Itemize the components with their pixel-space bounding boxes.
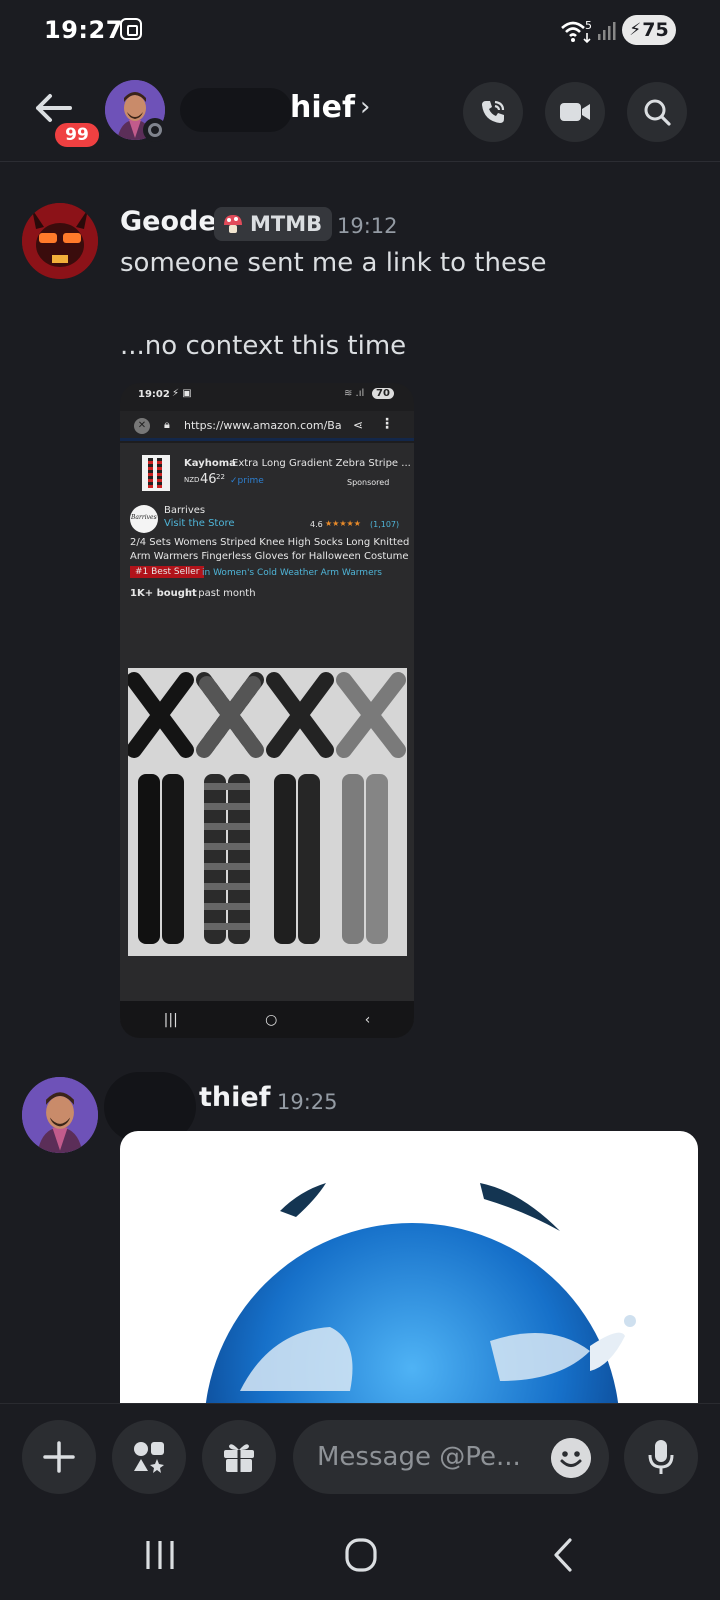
image-attachment[interactable]	[120, 1131, 698, 1411]
attachment-nav-bar: ||| ○ ‹	[120, 1001, 414, 1038]
attachment-status-time: 19:02	[138, 389, 170, 400]
avatar[interactable]	[22, 1077, 98, 1153]
app-screen: 19:27 5 ⚡ 75 99 hief › Geode MTMB 19:12 …	[0, 0, 720, 1600]
image-attachment[interactable]: 19:02 ⚡ ▣ ≋ .ıl 70 ✕ 🔒︎ https://www.amaz…	[120, 383, 414, 1038]
attachment-status-bar: 19:02 ⚡ ▣ ≋ .ıl 70	[120, 383, 414, 407]
attachment-url-bar: ✕ 🔒︎ https://www.amazon.com/Ba ⋖ ⋮	[120, 411, 414, 441]
price-cents: 22	[216, 473, 225, 481]
signal-icon	[598, 22, 616, 40]
message-input-placeholder: Message @Pe...	[317, 1442, 521, 1472]
best-seller-category: in Women's Cold Weather Arm Warmers	[202, 568, 382, 578]
call-button[interactable]	[463, 82, 523, 142]
avatar-demon-icon	[22, 203, 98, 279]
recipient-name[interactable]: hief	[290, 90, 355, 125]
avatar-portrait-icon	[22, 1077, 98, 1153]
emoji-icon[interactable]	[551, 1438, 591, 1478]
more-icon: ⋮	[380, 416, 394, 432]
product-photo	[128, 668, 407, 956]
price-currency: NZD	[184, 476, 200, 484]
wifi-icon: 5	[561, 19, 592, 44]
gift-button[interactable]	[202, 1420, 276, 1494]
message-text: someone sent me a link to these	[120, 248, 547, 278]
message-author[interactable]: Geode	[120, 206, 217, 237]
product-title-line: Arm Warmers Fingerless Gloves for Hallow…	[130, 551, 409, 562]
dm-header: 99 hief ›	[0, 64, 720, 162]
apps-icon	[134, 1442, 164, 1473]
product-title-line: 2/4 Sets Womens Striped Knee High Socks …	[130, 537, 410, 548]
home-icon[interactable]	[336, 1536, 386, 1574]
server-tag-label: MTMB	[250, 212, 323, 236]
unread-badge: 99	[52, 120, 102, 150]
offline-status-icon	[143, 118, 167, 142]
message-text: ...no context this time	[120, 331, 407, 361]
battery-indicator: ⚡ 75	[622, 15, 676, 45]
rating-value: 4.6	[310, 520, 323, 529]
message-author[interactable]: thief	[199, 1082, 270, 1113]
review-count: (1,107)	[370, 520, 400, 529]
attachment-signal-icon: ≋ .ıl	[344, 388, 365, 399]
attachment-url: https://www.amazon.com/Ba	[184, 419, 342, 432]
video-call-button[interactable]	[545, 82, 605, 142]
message-input[interactable]: Message @Pe...	[293, 1420, 609, 1494]
attachment-status-icons: ⚡ ▣	[172, 388, 192, 399]
sponsored-title: Extra Long Gradient Zebra Stripe ...	[232, 458, 411, 469]
redaction-mark	[180, 88, 292, 132]
visit-store-link: Visit the Store	[164, 518, 235, 529]
status-time: 19:27	[44, 16, 123, 44]
message-composer: Message @Pe...	[0, 1403, 720, 1510]
apps-button[interactable]	[112, 1420, 186, 1494]
crying-laughing-emoji-image	[205, 1183, 636, 1411]
charging-icon: ⚡	[629, 20, 642, 40]
wifi-label: 5	[585, 19, 592, 32]
rating-stars: ★★★★★	[325, 519, 361, 528]
call-icon	[482, 100, 505, 123]
server-tag[interactable]: MTMB	[214, 207, 333, 241]
message-timestamp: 19:12	[337, 214, 398, 238]
attachment-battery: 70	[372, 388, 394, 399]
video-icon	[560, 103, 590, 121]
store-logo: Barrives	[130, 505, 158, 533]
attachment-recents-icon: |||	[163, 1011, 178, 1028]
price-main: 46	[200, 472, 217, 487]
message-timestamp: 19:25	[277, 1090, 338, 1114]
recents-icon[interactable]	[135, 1536, 185, 1574]
screenshot-notification-icon	[120, 18, 142, 40]
gift-icon	[224, 1444, 254, 1472]
back-nav-icon[interactable]	[538, 1536, 588, 1574]
attachment-back-icon: ‹	[364, 1011, 371, 1028]
search-icon	[644, 99, 671, 126]
attachment-home-icon: ○	[265, 1011, 278, 1028]
avatar[interactable]	[22, 203, 98, 279]
status-bar: 19:27 5 ⚡ 75	[0, 0, 720, 64]
share-icon: ⋖	[353, 418, 364, 432]
battery-level: 75	[642, 19, 669, 41]
plus-icon	[43, 1441, 75, 1473]
lock-icon: 🔒︎	[164, 418, 170, 431]
best-seller-badge: #1 Best Seller	[130, 566, 205, 578]
prime-badge: ✓prime	[230, 476, 264, 486]
voice-message-button[interactable]	[624, 1420, 698, 1494]
sponsored-label: Sponsored	[347, 478, 390, 487]
search-button[interactable]	[627, 82, 687, 142]
sponsored-brand: Kayhoma	[184, 458, 236, 469]
add-attachment-button[interactable]	[22, 1420, 96, 1494]
store-name: Barrives	[164, 505, 206, 516]
system-nav-bar	[0, 1510, 720, 1600]
close-tab-icon: ✕	[134, 418, 150, 434]
sponsored-thumbnail	[142, 455, 170, 491]
bought-period: in past month	[186, 588, 256, 599]
chevron-right-icon[interactable]: ›	[360, 92, 370, 122]
microphone-icon	[648, 1440, 674, 1474]
mushroom-icon	[224, 215, 242, 233]
